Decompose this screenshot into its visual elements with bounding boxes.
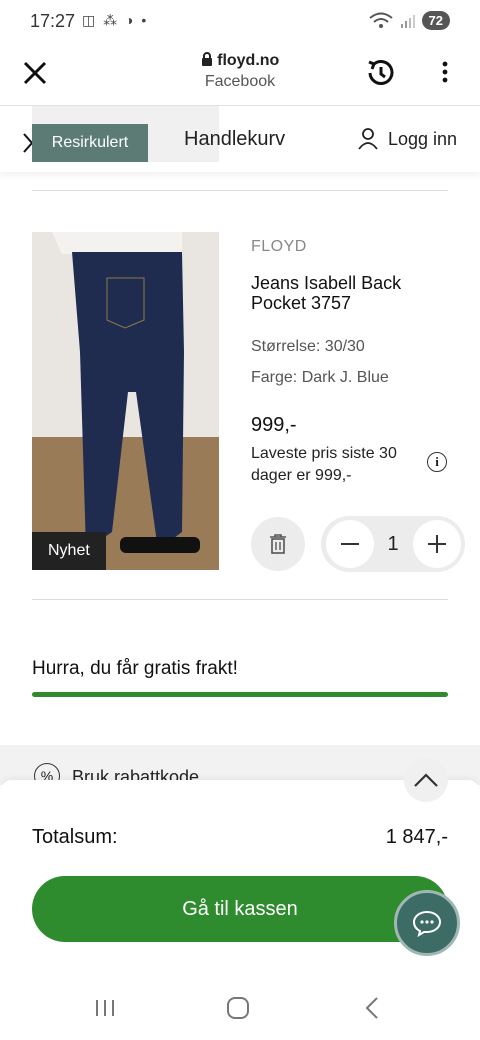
login-link[interactable]: Logg inn <box>358 128 457 150</box>
info-icon[interactable]: i <box>427 452 447 472</box>
total-label: Totalsum: <box>32 826 118 848</box>
back-icon[interactable] <box>364 996 380 1020</box>
login-label: Logg inn <box>388 128 458 149</box>
browser-bar: floyd.no Facebook <box>0 44 480 106</box>
status-bar: 17:27 ◫ ⁂ ◑ • 72 <box>0 0 480 44</box>
address-bar[interactable]: floyd.no Facebook <box>140 52 340 91</box>
checkout-button[interactable]: Gå til kassen <box>32 876 448 942</box>
lock-icon <box>201 52 212 66</box>
product-brand: FLOYD <box>251 238 307 255</box>
wifi-icon <box>368 12 393 28</box>
new-badge: Nyhet <box>32 532 106 570</box>
more-icon[interactable] <box>438 60 452 84</box>
expand-button[interactable] <box>404 758 448 802</box>
shipping-progress-bar <box>32 692 448 697</box>
close-icon[interactable] <box>22 60 48 86</box>
product-name[interactable]: Jeans Isabell Back Pocket 3757 <box>251 273 451 313</box>
signal-icon <box>400 14 415 28</box>
divider <box>32 599 448 600</box>
recent-apps-icon[interactable] <box>94 998 116 1018</box>
url-domain: floyd.no <box>140 52 340 70</box>
home-icon[interactable] <box>226 996 250 1020</box>
minus-icon <box>341 543 359 545</box>
page-title: Handlekurv <box>184 128 286 150</box>
product-price: 999,- <box>251 414 297 436</box>
battery-indicator: 72 <box>421 11 450 30</box>
remove-item-button[interactable] <box>251 517 305 571</box>
status-notification-icons: ◫ ⁂ ◑ • <box>82 12 149 28</box>
trash-icon <box>270 534 286 554</box>
url-source: Facebook <box>204 73 276 90</box>
product-size: Størrelse: 30/30 <box>251 338 365 355</box>
recycled-badge: Resirkulert <box>32 124 148 162</box>
status-time: 17:27 <box>30 11 76 31</box>
status-right: 72 <box>368 11 450 30</box>
quantity-stepper: 1 <box>321 516 465 572</box>
decrease-button[interactable] <box>326 520 374 568</box>
product-image[interactable] <box>32 232 219 570</box>
divider <box>32 190 448 191</box>
plus-icon <box>428 535 446 553</box>
product-color: Farge: Dark J. Blue <box>251 369 389 386</box>
chat-icon <box>412 910 442 937</box>
chat-button[interactable] <box>394 890 460 956</box>
lowest-price-note: Laveste pris siste 30 dager er 999,- <box>251 445 397 484</box>
history-icon[interactable] <box>364 56 398 90</box>
quantity-value: 1 <box>387 533 399 555</box>
free-shipping-message: Hurra, du får gratis frakt! <box>32 658 238 679</box>
site-header: Resirkulert Handlekurv Logg inn <box>0 106 480 172</box>
total-value: 1 847,- <box>385 826 448 848</box>
jeans-illustration <box>32 232 219 570</box>
system-nav-bar <box>0 980 480 1040</box>
chevron-up-icon <box>414 773 438 787</box>
user-icon <box>358 128 378 150</box>
increase-button[interactable] <box>413 520 461 568</box>
